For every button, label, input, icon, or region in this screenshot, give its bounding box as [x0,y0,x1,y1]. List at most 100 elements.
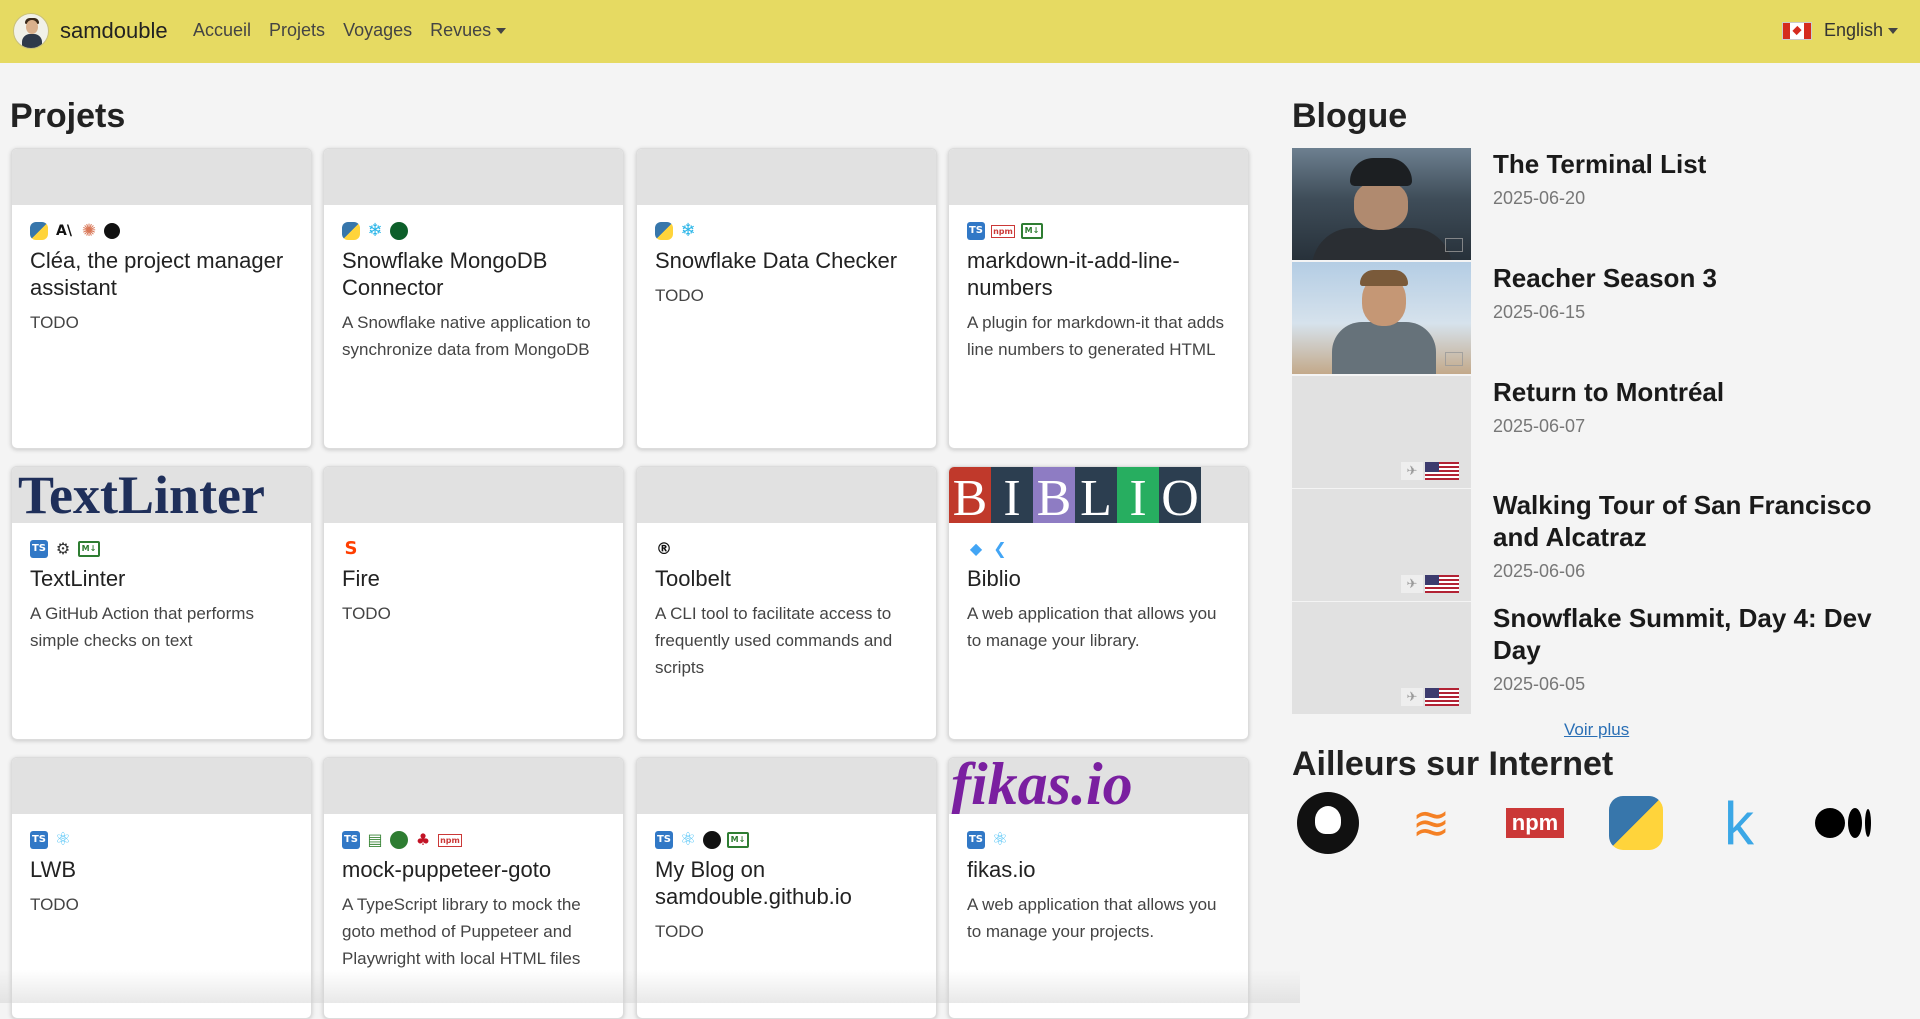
nav-link-projets[interactable]: Projets [269,20,325,41]
project-title: LWB [30,857,77,882]
tech-icons: ❄ [342,221,605,241]
project-card[interactable]: ® Toolbelt A CLI tool to facilitate access… [636,466,937,740]
react-icon: ⚛ [54,829,72,850]
project-thumbnail: TextLinter [12,467,311,523]
stackoverflow-icon[interactable]: ≋ [1398,790,1464,856]
python-icon [30,222,48,240]
canada-flag-icon [1781,21,1812,40]
project-card[interactable]: ❄ Snowflake MongoDB Connector A Snowflake … [323,148,624,449]
project-title: Snowflake MongoDB Connector [342,248,548,300]
project-thumbnail [949,149,1248,205]
project-card[interactable]: TS ▤ ♣ npm mock-puppeteer-goto A TypeScript l… [323,757,624,1019]
project-card[interactable]: TS ⚛ M↓ My Blog on samdouble.github.io TODO [636,757,937,1019]
typescript-icon: TS [30,540,48,558]
project-title: Fire [342,566,380,591]
plane-icon: ✈ [1401,688,1423,706]
biblio-letter: O [1159,467,1201,523]
python-icon[interactable] [1603,790,1669,856]
project-title: My Blog on samdouble.github.io [655,857,852,909]
medium-icon[interactable] [1810,790,1876,856]
mongodb-icon [390,222,408,240]
blog-post-image: ✈ [1292,376,1471,488]
kaggle-icon[interactable]: k [1706,790,1772,857]
tech-icons: TS ⚙ M↓ [30,539,293,559]
blog-post-date: 2025-06-05 [1493,674,1586,694]
blog-post-date: 2025-06-07 [1493,416,1586,436]
nav-links: Accueil Projets Voyages Revues [193,20,507,41]
project-thumbnail [324,149,623,205]
project-thumbnail [12,149,311,205]
github-actions-icon: ⚙ [55,539,71,558]
project-thumbnail: fikas.io [949,758,1248,814]
python-icon [655,222,673,240]
tech-icons: TS ⚛ [30,830,293,850]
project-thumbnail [637,758,936,814]
project-thumbnail: BIBLIOBIBLIO [949,467,1248,523]
blog-post[interactable]: Reacher Season 3 2025-06-15 [1292,262,1872,374]
project-card[interactable]: A\ ✺ Cléa, the project manager assistant TO… [11,148,312,449]
project-card[interactable]: S Fire TODO [323,466,624,740]
typescript-icon: TS [655,831,673,849]
projects-heading: Projets [10,97,126,135]
tech-icons: ❄ [655,221,918,241]
tech-icons: ® [655,539,918,559]
project-thumbnail-text: TextLinter [18,467,265,523]
github-icon[interactable] [1295,790,1361,856]
blog-post-date: 2025-06-06 [1493,561,1586,581]
npm-icon[interactable]: npm [1502,790,1568,856]
project-card[interactable]: TextLinter TS ⚙ M↓ TextLinter A GitHub Action… [11,466,312,740]
language-dropdown[interactable]: English [1781,20,1898,41]
typescript-icon: TS [30,831,48,849]
film-icon [1445,238,1463,252]
blog-post[interactable]: The Terminal List 2025-06-20 [1292,148,1872,260]
project-card[interactable]: TS ⚛ LWB TODO [11,757,312,1019]
project-title: Cléa, the project manager assistant [30,248,284,300]
project-description: A TypeScript library to mock the goto me… [342,895,581,968]
caret-down-icon [1888,27,1898,34]
project-description: A Snowflake native application to synchr… [342,313,591,359]
tech-icons: TS npm M↓ [967,221,1230,241]
puppeteer-icon [390,831,408,849]
blog-post-title: Walking Tour of San Francisco and Alcatr… [1493,490,1872,552]
project-description: A CLI tool to facilitate access to frequ… [655,604,893,677]
blog-post[interactable]: ✈ Return to Montréal 2025-06-07 [1292,376,1872,488]
claude-icon: ✺ [81,221,97,241]
brand-name: samdouble [60,18,168,43]
project-title: Snowflake Data Checker [655,248,898,273]
biblio-letter: I [1117,467,1159,523]
usa-flag-icon [1425,575,1459,593]
npm-icon: npm [438,833,462,847]
blog-post-title: Reacher Season 3 [1493,263,1718,293]
project-card[interactable]: TS npm M↓ markdown-it-add-line-numbers A plu… [948,148,1249,449]
rust-icon: ® [656,539,672,558]
see-more-link[interactable]: Voir plus [1564,720,1629,740]
nav-dropdown-revues[interactable]: Revues [430,20,507,41]
blog-post[interactable]: ✈ Walking Tour of San Francisco and Alca… [1292,489,1872,601]
project-description: TODO [655,286,704,305]
project-thumbnail [324,758,623,814]
project-description: A GitHub Action that performs simple che… [30,604,254,650]
tech-icons: ◆ ❮ [967,539,1230,559]
project-thumbnail [324,467,623,523]
biblio-letter: B [1033,467,1075,523]
biblio-letter: B [949,467,991,523]
elsewhere-heading: Ailleurs sur Internet [1292,745,1614,783]
nav-link-accueil[interactable]: Accueil [193,20,251,41]
project-description: A web application that allows you to man… [967,604,1217,650]
project-card[interactable]: fikas.io TS ⚛ fikas.io A web application tha… [948,757,1249,1019]
tech-icons: TS ⚛ M↓ [655,830,918,850]
anthropic-icon: A\ [56,223,72,239]
project-card[interactable]: ❄ Snowflake Data Checker TODO [636,148,937,449]
brand-link[interactable]: samdouble [13,13,168,49]
dart-icon: ◆ [969,539,983,558]
nav-link-voyages[interactable]: Voyages [343,20,412,41]
tech-icons: TS ⚛ [967,830,1230,850]
blog-post[interactable]: ✈ Snowflake Summit, Day 4: Dev Day 2025-… [1292,602,1872,714]
blog-post-image [1292,148,1471,260]
typescript-icon: TS [967,222,985,240]
plane-icon: ✈ [1401,462,1423,480]
navbar: samdouble Accueil Projets Voyages Revues… [0,0,1920,63]
project-card[interactable]: BIBLIOBIBLIO◆❮BiblioA web application th… [948,466,1249,740]
project-description: TODO [342,604,391,623]
blog-post-date: 2025-06-20 [1493,188,1586,208]
